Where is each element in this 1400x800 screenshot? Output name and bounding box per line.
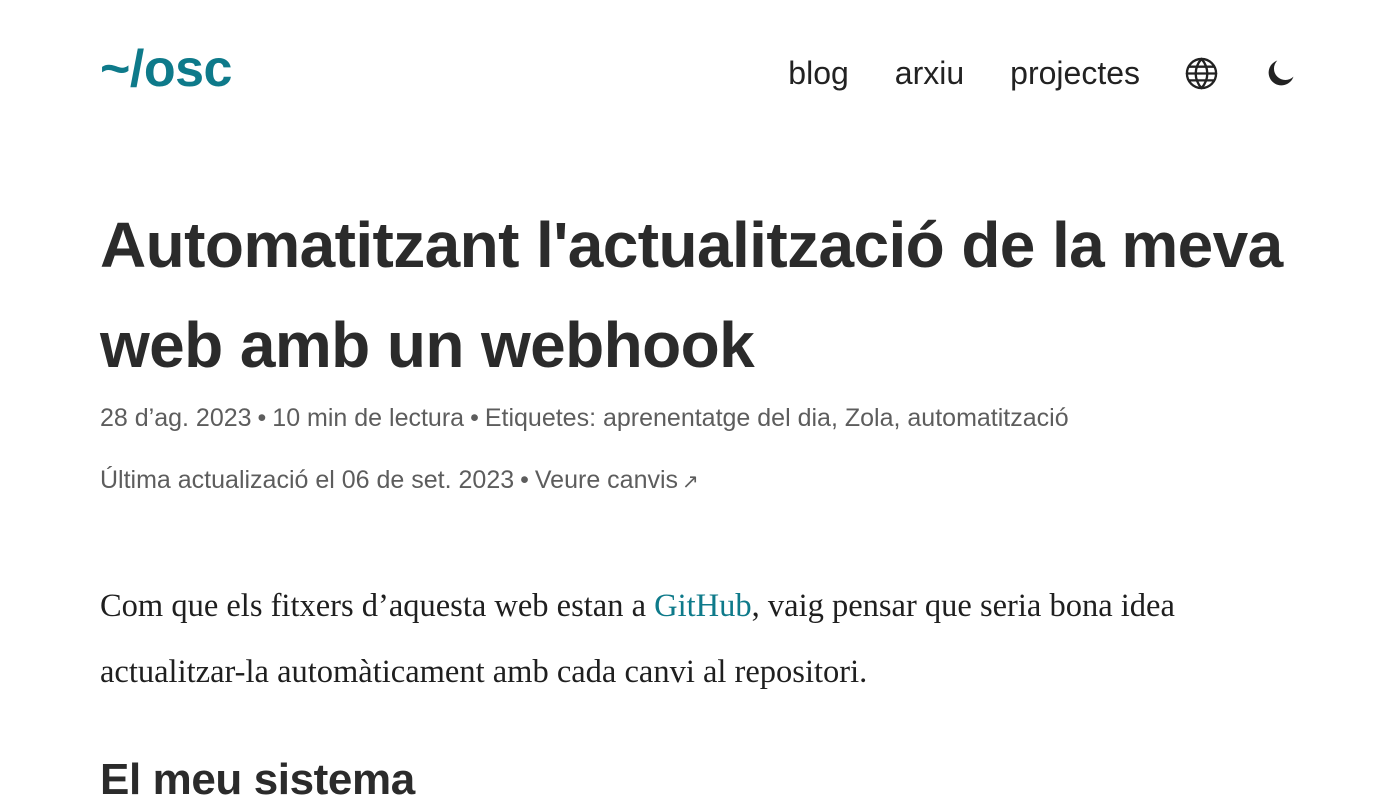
nav-link-archive[interactable]: arxiu	[895, 57, 964, 89]
view-changes-link[interactable]: Veure canvis ↗	[535, 466, 699, 494]
globe-icon[interactable]	[1182, 54, 1220, 92]
main-nav: blog arxiu projectes	[788, 54, 1300, 92]
tag-link[interactable]: aprenentatge del dia	[603, 404, 831, 432]
view-changes-label: Veure canvis	[534, 466, 679, 494]
intro-paragraph: Com que els fitxers d’aquesta web estan …	[100, 573, 1300, 705]
post-content: Automatitzant l'actualització de la meva…	[100, 200, 1300, 800]
section-heading: El meu sistema	[100, 755, 415, 800]
meta-separator: •	[470, 404, 479, 432]
site-header: ~/osc blog arxiu projectes	[100, 38, 1300, 108]
tag-separator: ,	[830, 404, 838, 432]
post-meta: 28 d’ag. 2023 • 10 min de lectura • Etiquete…	[100, 401, 1300, 435]
intro-text-start: Com que els fitxers d’aquesta web estan …	[100, 588, 655, 624]
nav-link-projects[interactable]: projectes	[1010, 57, 1140, 89]
tag-link[interactable]: Zola	[845, 404, 894, 432]
tag-link[interactable]: automatització	[907, 404, 1068, 432]
moon-icon[interactable]	[1262, 54, 1300, 92]
reading-time: 10 min de lectura	[272, 404, 465, 432]
tag-separator: ,	[893, 404, 901, 432]
meta-separator: •	[520, 466, 529, 494]
nav-link-blog[interactable]: blog	[788, 57, 849, 89]
page: ~/osc blog arxiu projectes Automatitzant…	[0, 0, 1400, 800]
github-link[interactable]: GitHub	[654, 588, 752, 624]
post-title: Automatitzant l'actualització de la meva…	[100, 209, 1283, 381]
site-logo[interactable]: ~/osc	[100, 43, 232, 95]
meta-separator: •	[257, 404, 267, 432]
tags-label: Etiquetes:	[484, 404, 597, 432]
external-link-icon: ↗	[682, 471, 699, 493]
post-date: 28 d’ag. 2023	[100, 404, 252, 432]
post-updated-meta: Última actualizació el 06 de set. 2023 • V…	[100, 463, 1300, 499]
last-updated: Última actualizació el 06 de set. 2023	[100, 466, 515, 494]
